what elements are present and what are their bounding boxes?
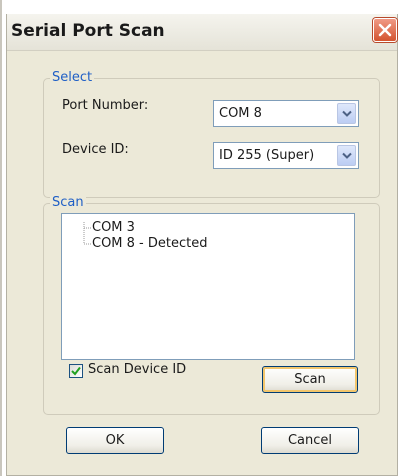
chevron-down-icon	[342, 152, 352, 159]
port-number-value: COM 8	[219, 106, 262, 121]
device-id-dropdown-button[interactable]	[337, 145, 356, 166]
scan-device-id-checkbox[interactable]	[69, 364, 83, 378]
cancel-button[interactable]: Cancel	[261, 427, 359, 454]
ok-button[interactable]: OK	[66, 427, 164, 454]
window-title: Serial Port Scan	[11, 21, 165, 41]
device-id-select[interactable]: ID 255 (Super)	[213, 142, 359, 169]
port-number-select[interactable]: COM 8	[213, 100, 359, 127]
chevron-down-icon	[342, 110, 352, 117]
port-list[interactable]: COM 3 COM 8 - Detected	[61, 213, 355, 360]
port-list-item[interactable]: COM 3	[92, 220, 135, 235]
scan-device-id-label[interactable]: Scan Device ID	[88, 362, 186, 377]
port-number-label: Port Number:	[62, 98, 149, 113]
screen: Serial Port Scan Select Port Number: COM…	[0, 0, 398, 476]
port-list-item[interactable]: COM 8 - Detected	[92, 236, 207, 251]
select-group-legend: Select	[50, 70, 95, 85]
backdrop-edge	[0, 0, 2, 476]
device-id-value: ID 255 (Super)	[219, 148, 315, 163]
select-group: Select	[43, 70, 380, 198]
port-number-dropdown-button[interactable]	[337, 103, 356, 124]
title-bar[interactable]: Serial Port Scan	[7, 14, 397, 51]
close-button[interactable]	[373, 18, 397, 42]
checkmark-icon	[71, 366, 81, 376]
close-icon	[378, 23, 392, 37]
scan-button[interactable]: Scan	[262, 366, 358, 393]
device-id-label: Device ID:	[62, 142, 129, 157]
scan-group-legend: Scan	[50, 195, 86, 210]
